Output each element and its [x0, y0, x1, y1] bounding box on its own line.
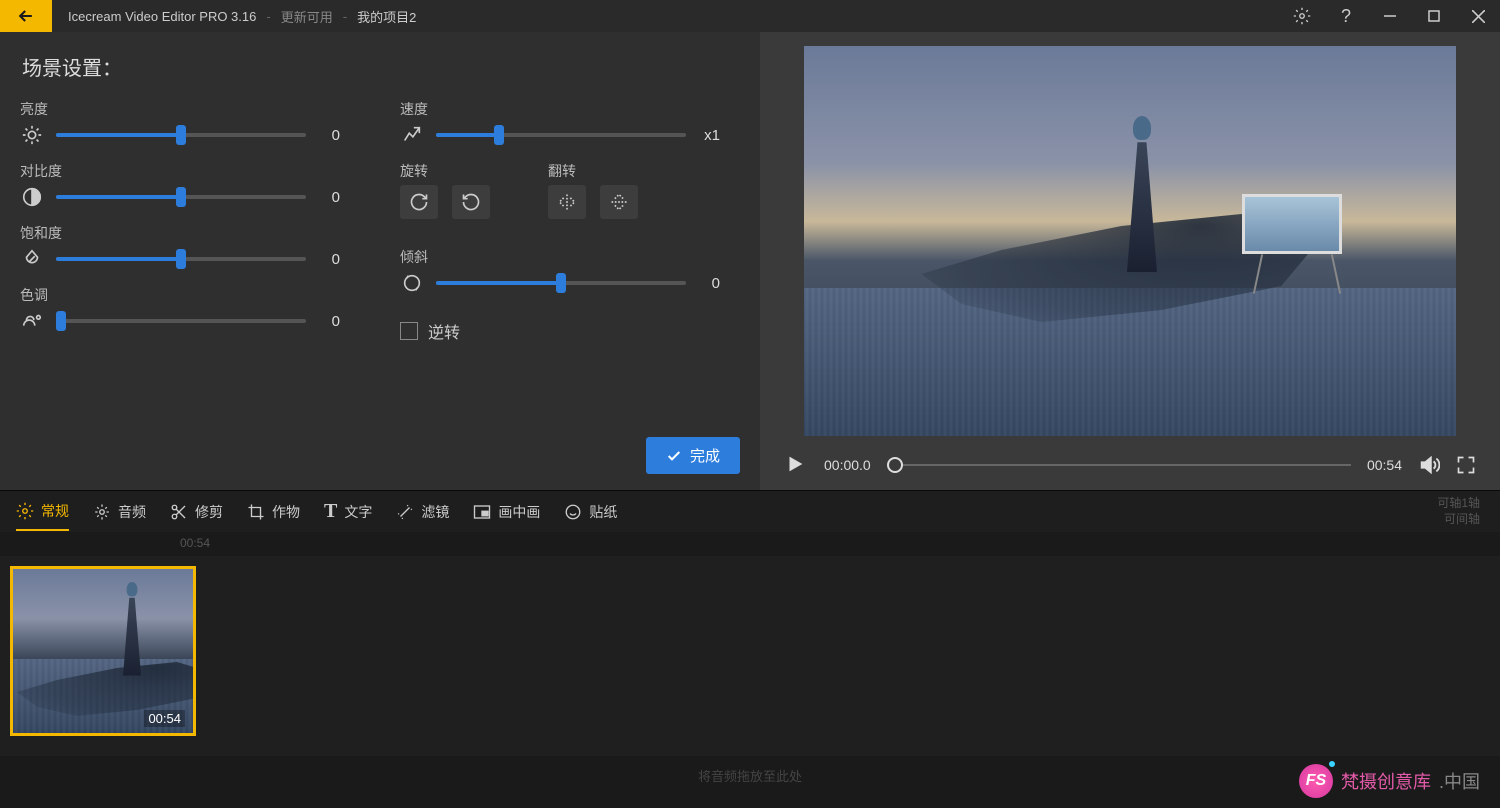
timeline-axis-label: 可轴1轴可间轴 — [1437, 496, 1480, 527]
preview-panel: 00:00.0 00:54 — [760, 32, 1500, 490]
clip-duration: 00:54 — [144, 710, 185, 727]
done-button[interactable]: 完成 — [646, 437, 740, 474]
contrast-value: 0 — [318, 189, 340, 206]
speed-slider[interactable] — [436, 133, 686, 137]
help-button[interactable]: ? — [1324, 0, 1368, 32]
tilt-icon — [400, 271, 424, 295]
hue-icon — [20, 309, 44, 333]
saturation-label: 饱和度 — [20, 223, 340, 243]
volume-button[interactable] — [1418, 454, 1440, 476]
tab-sticker[interactable]: 贴纸 — [564, 494, 617, 530]
tool-tabs: 常规 音频 修剪 作物 T文字 滤镜 画中画 贴纸 可轴1轴可间轴 — [0, 490, 1500, 532]
reverse-checkbox[interactable] — [400, 322, 418, 340]
rotate-ccw-icon — [461, 192, 481, 212]
flip-v-button[interactable] — [600, 185, 638, 219]
flip-horizontal-icon — [557, 192, 577, 212]
tab-text[interactable]: T文字 — [324, 492, 372, 531]
wand-icon — [396, 503, 414, 521]
saturation-value: 0 — [318, 251, 340, 268]
tab-filter[interactable]: 滤镜 — [396, 494, 449, 530]
maximize-icon — [1428, 10, 1440, 22]
settings-button[interactable] — [1280, 0, 1324, 32]
audio-drop-zone[interactable]: 将音频拖放至此处 — [0, 756, 1500, 798]
panel-title: 场景设置： — [20, 52, 730, 81]
saturation-icon — [20, 247, 44, 271]
timeline-clip[interactable]: 00:54 — [10, 566, 196, 736]
gear-small-icon — [93, 503, 111, 521]
smile-icon — [564, 503, 582, 521]
volume-icon — [1418, 454, 1440, 476]
titlebar: Icecream Video Editor PRO 3.16 - 更新可用 - … — [0, 0, 1500, 32]
rotate-cw-button[interactable] — [400, 185, 438, 219]
speed-label: 速度 — [400, 99, 720, 119]
pip-icon — [473, 503, 491, 521]
hue-slider[interactable] — [56, 319, 306, 323]
brightness-icon — [20, 123, 44, 147]
rotate-cw-icon — [409, 192, 429, 212]
reverse-label: 逆转 — [428, 319, 460, 343]
minimize-icon — [1384, 10, 1396, 22]
update-available[interactable]: 更新可用 — [281, 7, 333, 26]
timeline-ruler[interactable]: 00:54 — [0, 532, 1500, 556]
contrast-icon — [20, 185, 44, 209]
rotate-label: 旋转 — [400, 161, 490, 181]
help-icon: ? — [1341, 6, 1351, 27]
flip-label: 翻转 — [548, 161, 638, 181]
flip-vertical-icon — [609, 192, 629, 212]
timeline-track[interactable]: 00:54 — [0, 556, 1500, 756]
speed-icon — [400, 123, 424, 147]
seek-bar[interactable] — [887, 464, 1351, 466]
preview-image — [804, 46, 1456, 436]
back-button[interactable] — [0, 0, 52, 32]
check-icon — [666, 448, 682, 464]
hue-label: 色调 — [20, 285, 340, 305]
project-name: 我的项目2 — [357, 7, 416, 26]
close-button[interactable] — [1456, 0, 1500, 32]
time-current: 00:00.0 — [824, 457, 871, 473]
brightness-slider[interactable] — [56, 133, 306, 137]
timeline-tick: 00:54 — [180, 536, 210, 550]
tab-audio[interactable]: 音频 — [93, 494, 146, 530]
play-button[interactable] — [784, 453, 808, 477]
tab-pip[interactable]: 画中画 — [473, 494, 540, 530]
crop-icon — [247, 503, 265, 521]
saturation-slider[interactable] — [56, 257, 306, 261]
fullscreen-button[interactable] — [1456, 455, 1476, 475]
tab-trim[interactable]: 修剪 — [170, 494, 223, 530]
rotate-ccw-button[interactable] — [452, 185, 490, 219]
arrow-left-icon — [16, 6, 36, 26]
tilt-slider[interactable] — [436, 281, 686, 285]
flip-h-button[interactable] — [548, 185, 586, 219]
tab-crop[interactable]: 作物 — [247, 494, 300, 530]
tilt-label: 倾斜 — [400, 247, 720, 267]
contrast-slider[interactable] — [56, 195, 306, 199]
tab-general[interactable]: 常规 — [16, 493, 69, 531]
close-icon — [1472, 10, 1485, 23]
brightness-value: 0 — [318, 127, 340, 144]
gear-icon — [16, 502, 34, 520]
scene-settings-panel: 场景设置： 亮度 0 对比度 0 — [0, 32, 760, 490]
brightness-label: 亮度 — [20, 99, 340, 119]
text-icon: T — [324, 500, 337, 523]
tilt-value: 0 — [698, 275, 720, 292]
gear-icon — [1293, 7, 1311, 25]
contrast-label: 对比度 — [20, 161, 340, 181]
play-icon — [784, 453, 806, 475]
scissors-icon — [170, 503, 188, 521]
maximize-button[interactable] — [1412, 0, 1456, 32]
app-title: Icecream Video Editor PRO 3.16 — [68, 9, 256, 24]
watermark-badge: FS — [1299, 764, 1333, 798]
speed-value: x1 — [698, 127, 720, 144]
minimize-button[interactable] — [1368, 0, 1412, 32]
fullscreen-icon — [1456, 455, 1476, 475]
watermark: FS 梵摄创意库.中国 — [1299, 764, 1480, 798]
time-total: 00:54 — [1367, 457, 1402, 473]
hue-value: 0 — [318, 313, 340, 330]
